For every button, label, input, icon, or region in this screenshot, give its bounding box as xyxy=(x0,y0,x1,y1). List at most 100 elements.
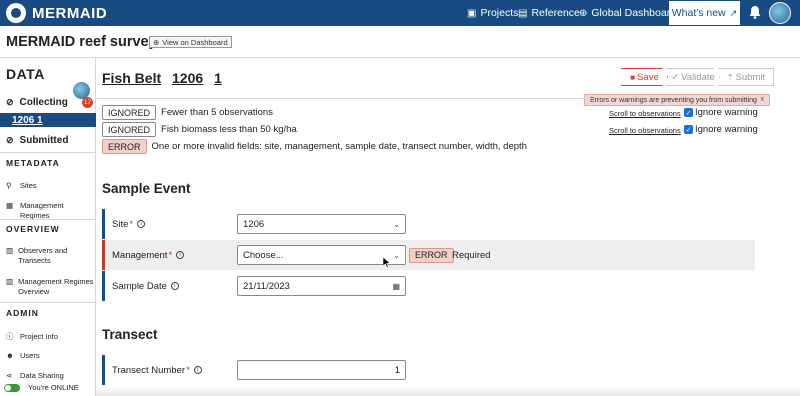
sidebar-item-observers-transects[interactable]: ▥ Observers and Transects xyxy=(6,246,76,266)
transect-number-value: 1 xyxy=(394,364,400,376)
whats-new-button[interactable]: What's new ↗ xyxy=(669,1,740,25)
sidebar-item-project-info[interactable]: ⓘ Project Info xyxy=(6,332,58,342)
sidebar-item-management-regimes-label: Management Regimes xyxy=(19,201,64,220)
sidebar-divider xyxy=(0,302,96,303)
management-label: Management * i xyxy=(112,249,185,261)
top-nav-bar: MERMAID ▣ Projects ▤ Reference ⊕ Global … xyxy=(0,0,800,26)
chevron-down-icon: ⌄ xyxy=(393,250,400,260)
close-icon[interactable]: x xyxy=(761,96,765,103)
sidebar-item-sites-label: Sites xyxy=(20,181,37,190)
management-select[interactable]: Choose... ⌄ xyxy=(237,245,406,265)
sample-date-field-row: Sample Date i 21/11/2023 ▦ xyxy=(102,271,755,301)
validation-message-text: Fish biomass less than 50 kg/ha xyxy=(161,124,297,135)
check-circle-icon: ⊘ xyxy=(6,96,14,107)
info-icon[interactable]: i xyxy=(137,220,146,228)
transect-number-label-text: Transect Number xyxy=(112,364,186,376)
save-icon: ■ xyxy=(630,72,636,82)
notification-bell-icon[interactable] xyxy=(748,5,762,19)
validation-message: IGNORED Fewer than 5 observations xyxy=(102,105,273,120)
transect-number-label: Transect Number * i xyxy=(112,365,202,376)
sidebar-item-management-overview[interactable]: ▥ Management Regimes Overview xyxy=(6,277,94,297)
nav-projects-label: Projects xyxy=(480,7,519,19)
transect-number-input[interactable]: 1 xyxy=(237,360,406,380)
sidebar-item-collecting-label: Collecting xyxy=(19,96,68,108)
mermaid-logo[interactable]: MERMAID xyxy=(6,3,107,23)
management-field-row: Management * i Choose... ⌄ ERROR Required xyxy=(102,240,755,270)
info-icon: ⓘ xyxy=(6,332,14,341)
site-label-text: Site xyxy=(112,218,129,230)
sidebar-item-project-info-label: Project Info xyxy=(20,332,58,341)
checkbox-checked-icon[interactable]: ✓ xyxy=(684,108,693,117)
save-label: Save xyxy=(637,71,659,83)
nav-reference[interactable]: ▤ Reference xyxy=(518,7,580,19)
project-header: MERMAID reef survey ⊕ View on Dashboard xyxy=(0,26,800,58)
view-on-dashboard-button[interactable]: ⊕ View on Dashboard xyxy=(149,36,232,48)
observers-icon: ▥ xyxy=(6,246,14,255)
user-avatar[interactable] xyxy=(769,2,791,24)
ignore-warning-checkbox[interactable]: ✓ Ignore warning xyxy=(684,124,758,135)
checkbox-checked-icon[interactable]: ✓ xyxy=(684,125,693,134)
info-icon[interactable]: i xyxy=(193,366,202,374)
info-icon[interactable]: i xyxy=(170,282,179,290)
check-circle-icon: ⊘ xyxy=(6,134,14,145)
nav-projects[interactable]: ▣ Projects xyxy=(467,7,518,19)
required-asterisk: * xyxy=(186,364,190,376)
submit-error-text: Errors or warnings are preventing you fr… xyxy=(590,96,757,104)
error-badge: ERROR xyxy=(102,139,147,154)
scroll-to-observations-link[interactable]: Scroll to observations xyxy=(609,126,681,135)
sidebar-item-sites[interactable]: ⚲ Sites xyxy=(6,181,37,191)
sidebar-item-management-overview-label: Management Regimes Overview xyxy=(18,277,94,296)
sidebar-item-users[interactable]: ☻ Users xyxy=(6,351,40,361)
validate-button[interactable]: ✓ Validate xyxy=(666,68,720,86)
sidebar-item-active-record[interactable]: 1206 1 xyxy=(0,113,96,127)
management-error-text: Required xyxy=(452,249,491,261)
record-number: 1 xyxy=(214,70,222,86)
projects-icon: ▣ xyxy=(467,7,477,19)
globe-icon: ⊕ xyxy=(153,37,160,47)
sidebar-overview-heading: OVERVIEW xyxy=(6,224,60,234)
sidebar-item-users-label: Users xyxy=(20,351,40,360)
nav-global-dashboard-label: Global Dashboard xyxy=(591,7,677,19)
sidebar-item-data-sharing[interactable]: ⋖ Data Sharing xyxy=(6,371,64,381)
record-site: 1206 xyxy=(172,70,204,86)
sidebar-metadata-heading: METADATA xyxy=(6,158,60,168)
required-asterisk: * xyxy=(129,218,134,230)
management-regimes-icon: ▦ xyxy=(6,201,14,210)
sidebar-data-heading: DATA xyxy=(6,66,45,82)
share-icon: ⋖ xyxy=(6,371,13,380)
validation-message: IGNORED Fish biomass less than 50 kg/ha xyxy=(102,122,297,137)
reference-icon: ▤ xyxy=(518,7,528,19)
validation-message-text: One or more invalid fields: site, manage… xyxy=(151,141,527,152)
scroll-to-observations-link[interactable]: Scroll to observations xyxy=(609,109,681,118)
record-type: Fish Belt xyxy=(102,70,162,86)
submit-button[interactable]: ⇡ Submit xyxy=(718,68,774,86)
sample-date-input[interactable]: 21/11/2023 ▦ xyxy=(237,276,406,296)
management-overview-icon: ▥ xyxy=(6,277,14,286)
upload-icon: ⇡ xyxy=(726,72,734,82)
save-button[interactable]: ■ Save xyxy=(621,68,668,86)
validation-message: ERROR One or more invalid fields: site, … xyxy=(102,139,527,154)
users-icon: ☻ xyxy=(6,351,14,360)
sites-icon: ⚲ xyxy=(6,181,12,190)
sample-event-heading: Sample Event xyxy=(102,181,191,196)
header-divider xyxy=(96,98,594,99)
info-icon[interactable]: i xyxy=(176,251,185,259)
required-asterisk: * xyxy=(168,249,173,261)
chevron-down-icon: ⌄ xyxy=(393,219,400,229)
ignore-warning-label: Ignore warning xyxy=(695,124,758,135)
online-toggle[interactable] xyxy=(4,383,20,392)
site-select[interactable]: 1206 ⌄ xyxy=(237,214,406,234)
sidebar-item-submitted[interactable]: ⊘ Submitted xyxy=(0,133,96,147)
validate-label: Validate xyxy=(681,71,715,83)
transect-number-field-row: Transect Number * i 1 xyxy=(102,355,755,385)
online-status-label: You're ONLINE xyxy=(28,383,79,392)
online-status[interactable]: You're ONLINE xyxy=(4,383,79,392)
site-field-row: Site * i 1206 ⌄ xyxy=(102,209,755,239)
mermaid-logo-icon xyxy=(6,3,26,23)
site-select-value: 1206 xyxy=(243,218,265,230)
ignore-warning-checkbox[interactable]: ✓ Ignore warning xyxy=(684,107,758,118)
submit-error-banner: Errors or warnings are preventing you fr… xyxy=(584,94,770,106)
nav-global-dashboard[interactable]: ⊕ Global Dashboard xyxy=(579,7,676,19)
sidebar-item-management-regimes[interactable]: ▦ Management Regimes xyxy=(6,201,95,221)
calendar-icon[interactable]: ▦ xyxy=(392,282,400,291)
